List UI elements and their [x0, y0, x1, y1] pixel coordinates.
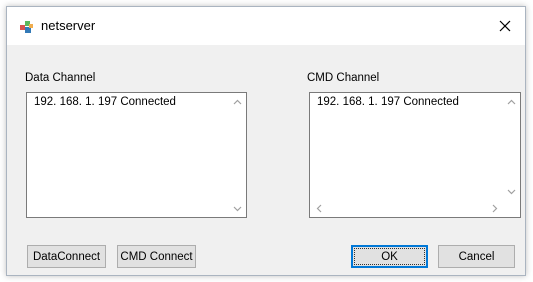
scroll-left-arrow-icon[interactable]: [310, 200, 327, 217]
window-title: netserver: [41, 18, 96, 33]
cmd-channel-hscrollbar[interactable]: [310, 200, 503, 217]
cancel-button[interactable]: Cancel: [438, 245, 515, 268]
app-network-icon: [19, 18, 35, 34]
data-connect-button[interactable]: DataConnect: [27, 245, 106, 268]
scroll-up-arrow-icon[interactable]: [229, 93, 246, 110]
scroll-up-arrow-icon[interactable]: [503, 93, 520, 110]
data-channel-list[interactable]: 192. 168. 1. 197 Connected: [26, 92, 247, 218]
title-bar[interactable]: netserver: [7, 7, 525, 45]
scroll-right-arrow-icon[interactable]: [486, 200, 503, 217]
netserver-dialog: netserver Data Channel 192. 168. 1. 197 …: [6, 6, 526, 276]
data-channel-label: Data Channel: [25, 72, 96, 84]
data-channel-vscrollbar[interactable]: [229, 93, 246, 217]
cmd-channel-label: CMD Channel: [307, 72, 380, 84]
focus-rect: [354, 248, 425, 265]
scroll-down-arrow-icon[interactable]: [503, 183, 520, 200]
cmd-channel-list[interactable]: 192. 168. 1. 197 Connected: [309, 92, 521, 218]
close-button[interactable]: [485, 7, 525, 45]
close-icon: [499, 20, 511, 32]
ok-button[interactable]: OK: [351, 245, 428, 268]
data-channel-item[interactable]: 192. 168. 1. 197 Connected: [34, 96, 176, 108]
cmd-channel-item[interactable]: 192. 168. 1. 197 Connected: [317, 96, 459, 108]
cmd-connect-button[interactable]: CMD Connect: [117, 245, 196, 268]
cmd-channel-vscrollbar[interactable]: [503, 93, 520, 200]
scroll-down-arrow-icon[interactable]: [229, 200, 246, 217]
